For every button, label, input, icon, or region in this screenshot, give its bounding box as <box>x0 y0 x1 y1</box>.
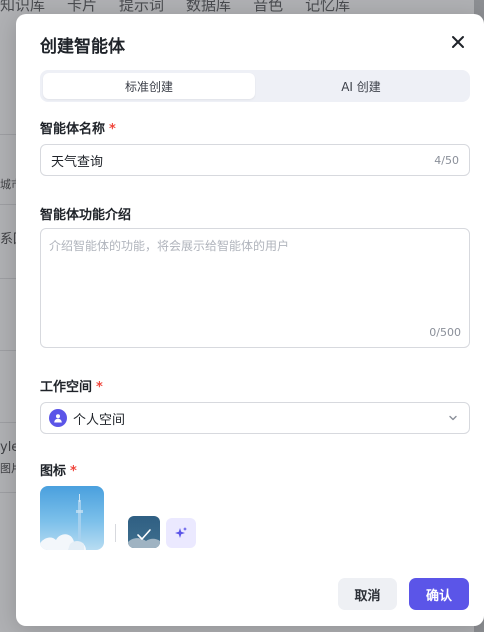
name-label: 智能体名称 * <box>40 118 116 137</box>
confirm-button[interactable]: 确认 <box>409 578 469 610</box>
description-label: 智能体功能介绍 <box>40 208 132 223</box>
create-agent-dialog: 创建智能体 标准创建 AI 创建 智能体名称 * 天气查询 4/50 智能体功能介… <box>16 14 484 626</box>
agent-name-value: 天气查询 <box>51 154 104 170</box>
description-char-counter: 0/500 <box>429 326 461 339</box>
close-button[interactable] <box>448 32 468 52</box>
agent-avatar-option[interactable] <box>128 516 160 548</box>
agent-description-textarea[interactable]: 介绍智能体的功能，将会展示给智能体的用户 0/500 <box>40 228 470 348</box>
tab-standard-create[interactable]: 标准创建 <box>43 73 255 99</box>
required-mark: * <box>96 380 103 395</box>
create-mode-tabs: 标准创建 AI 创建 <box>40 70 470 102</box>
sparkle-icon <box>175 527 187 538</box>
workspace-select[interactable]: 个人空间 <box>40 402 470 434</box>
name-char-counter: 4/50 <box>434 153 459 167</box>
icon-divider <box>115 524 116 542</box>
cancel-button[interactable]: 取消 <box>338 578 397 610</box>
icon-label-text: 图标 <box>40 464 67 479</box>
workspace-label-text: 工作空间 <box>40 380 93 395</box>
required-mark: * <box>109 122 116 137</box>
agent-avatar-preview[interactable] <box>40 486 104 550</box>
user-icon <box>49 409 67 427</box>
workspace-value: 个人空间 <box>73 412 126 428</box>
description-placeholder: 介绍智能体的功能，将会展示给智能体的用户 <box>49 239 290 253</box>
close-icon <box>452 36 464 48</box>
chevron-down-icon <box>449 415 457 421</box>
dialog-title: 创建智能体 <box>40 37 125 57</box>
agent-name-input[interactable]: 天气查询 4/50 <box>40 144 470 176</box>
sky-thumbnail-image <box>128 529 160 548</box>
required-mark: * <box>70 464 77 479</box>
tab-ai-create[interactable]: AI 创建 <box>255 73 467 99</box>
ai-generate-icon-button[interactable] <box>166 518 196 548</box>
icon-label: 图标 * <box>40 460 77 479</box>
sky-tower-image <box>40 494 86 550</box>
name-label-text: 智能体名称 <box>40 122 106 137</box>
workspace-label: 工作空间 * <box>40 376 103 395</box>
